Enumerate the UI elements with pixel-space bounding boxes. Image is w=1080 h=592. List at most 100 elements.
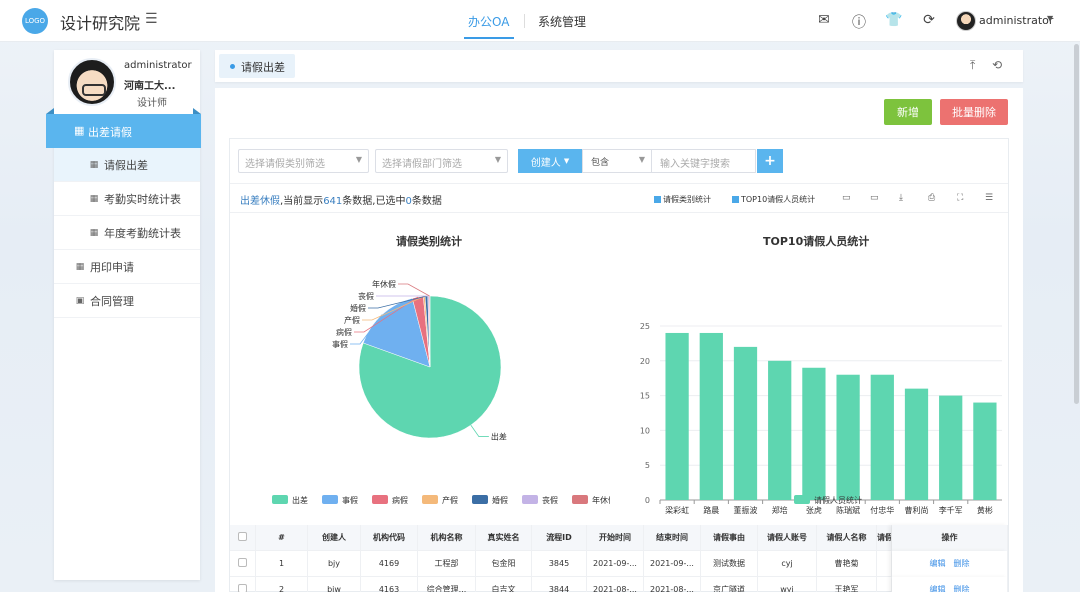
pie-label-2: 病假 (336, 327, 352, 337)
bar-ytick-5: 25 (640, 322, 650, 331)
toggle-top10-stats[interactable]: TOP10请假人员统计 (732, 194, 815, 205)
summary-text: 条数据 (411, 196, 442, 207)
columns-icon[interactable]: ☰ (985, 193, 993, 203)
chevron-down-icon[interactable]: ▼ (1047, 14, 1053, 23)
row-checkbox[interactable] (238, 584, 247, 592)
pie-legend-label-5: 丧假 (542, 496, 558, 505)
pie-legend-swatch-5 (522, 495, 538, 504)
leave-dept-select[interactable]: 选择请假部门筛选 ▼ (375, 149, 508, 173)
table-cell: 4163 (361, 577, 418, 592)
column-header: 请假人名称 (817, 525, 877, 551)
table-header: # 创建人 机构代码 机构名称 真实姓名 流程ID 开始时间 结束时间 请假事由 请假人账号 请假人… (230, 525, 1008, 551)
column-header: 真实姓名 (476, 525, 532, 551)
table-cell: 4169 (361, 551, 418, 577)
data-panel: 选择请假类别筛选 ▼ 选择请假部门筛选 ▼ 创建人 ▼ 包含 ▼ 输入关键字搜索… (229, 138, 1009, 592)
add-filter-button[interactable]: + (757, 149, 783, 173)
column-header: 请假事由 (701, 525, 758, 551)
bar-legend-label: 请假人员统计 (814, 495, 862, 505)
table-cell: 1 (256, 551, 308, 577)
table-cell: 工程部 (418, 551, 476, 577)
bar-4 (802, 367, 826, 500)
bar-xtick-1: 路晨 (703, 505, 719, 515)
row-checkbox[interactable] (238, 558, 247, 567)
row-checkbox-cell[interactable] (230, 551, 256, 577)
column-header: 机构代码 (361, 525, 418, 551)
sidebar-item-label: 年度考勤统计表 (104, 226, 181, 240)
add-button[interactable]: 新增 (884, 99, 932, 125)
edit-link[interactable]: 编辑 (930, 585, 946, 592)
bar-xtick-7: 曹利尚 (905, 505, 929, 515)
row-checkbox-cell[interactable] (230, 577, 256, 592)
table-row[interactable]: 2 bjw 4163 综合管理... 白吉文 3844 2021-08-... 2021-08… (230, 577, 1008, 592)
delete-link[interactable]: 删除 (954, 585, 970, 592)
upload-icon[interactable]: ⤒ (970, 58, 975, 73)
column-header-actions: 操作 (892, 525, 1008, 551)
table-cell: 曹艳菊 (817, 551, 877, 577)
avatar[interactable] (956, 11, 976, 31)
creator-label: 创建人 (530, 157, 561, 169)
fullscreen-icon[interactable]: ⛶ (957, 193, 963, 203)
username[interactable]: administrator (979, 14, 1053, 27)
table-cell: 京广隧道 (701, 577, 758, 592)
mail-icon[interactable]: ✉ (815, 12, 833, 28)
main-panel: 新增 批量删除 选择请假类别筛选 ▼ 选择请假部门筛选 ▼ 创建人 ▼ 包含 ▼… (215, 88, 1023, 592)
table-cell: 2 (256, 577, 308, 592)
bar-ytick-3: 15 (640, 392, 650, 401)
table-cell: wyj (758, 577, 817, 592)
nav-tab-office[interactable]: 办公OA (468, 13, 509, 30)
print-icon[interactable]: ⎙ (928, 193, 935, 203)
table-cell: 综合管理... (418, 577, 476, 592)
help-icon[interactable]: ⓘ (850, 12, 868, 32)
row-checkbox[interactable] (238, 532, 247, 541)
profile-avatar (68, 58, 116, 106)
bar-8 (939, 395, 963, 500)
keyword-input[interactable]: 输入关键字搜索 (652, 149, 756, 173)
pie-legend-swatch-2 (372, 495, 388, 504)
pie-legend-label-4: 婚假 (492, 495, 508, 505)
tab-label: 请假出差 (241, 61, 285, 74)
table-cell (877, 577, 892, 592)
sidebar: administrator 河南工大... 设计师 ▦ 出差请假 ▦ 请假出差 … (46, 50, 201, 580)
leave-type-select[interactable]: 选择请假类别筛选 ▼ (238, 149, 369, 173)
pie-legend-swatch-1 (322, 495, 338, 504)
nav-tab-system[interactable]: 系统管理 (538, 13, 586, 30)
column-header: 创建人 (308, 525, 361, 551)
edit-link[interactable]: 编辑 (930, 559, 946, 568)
select-all-checkbox[interactable] (230, 525, 256, 551)
page-scrollbar[interactable] (1074, 44, 1079, 404)
delete-link[interactable]: 删除 (954, 559, 970, 568)
sidebar-item-contract[interactable]: ▣ 合同管理 (54, 284, 200, 318)
shirt-icon[interactable]: 👕 (885, 12, 903, 28)
batch-delete-button[interactable]: 批量删除 (940, 99, 1008, 125)
pie-label-3: 产假 (344, 315, 360, 325)
sidebar-item-attendance-realtime[interactable]: ▦ 考勤实时统计表 (54, 182, 200, 216)
summary-bar: 出差休假,当前显示641条数据,已选中0条数据 请假类别统计 TOP10请假人员… (230, 183, 1008, 213)
pie-legend-label-3: 产假 (442, 495, 458, 505)
bar-3 (768, 360, 792, 500)
sidebar-item-attendance-yearly[interactable]: ▦ 年度考勤统计表 (54, 216, 200, 250)
download-icon[interactable]: ⤓ (899, 193, 903, 203)
toggle-leave-type-stats[interactable]: 请假类别统计 (654, 194, 711, 205)
sidebar-item-leave-travel[interactable]: ▦ 请假出差 (54, 148, 200, 182)
refresh-icon[interactable]: ⟳ (920, 12, 938, 28)
pie-label-6: 年休假 (372, 279, 396, 289)
table-row[interactable]: 1 bjy 4169 工程部 包金阳 3845 2021-09-... 2021-09-...… (230, 551, 1008, 577)
refresh-icon[interactable]: ⟲ (992, 58, 1002, 72)
operator-select[interactable]: 包含 ▼ (582, 149, 652, 173)
tab-leave-travel[interactable]: 请假出差 (219, 54, 295, 78)
column-header: 开始时间 (587, 525, 644, 551)
table-cell: 2021-09-... (587, 551, 644, 577)
folder-icon[interactable]: ▭ (842, 193, 851, 203)
sidebar-item-seal-request[interactable]: ▦ 用印申请 (54, 250, 200, 284)
select-placeholder: 选择请假部门筛选 (382, 159, 462, 170)
profile-name: administrator (124, 60, 192, 71)
sidebar-item-travel-leave[interactable]: ▦ 出差请假 (46, 108, 201, 148)
creator-field-button[interactable]: 创建人 ▼ (518, 149, 582, 173)
list-icon[interactable]: ☰ (145, 11, 158, 27)
bar-xtick-2: 董振波 (734, 505, 758, 515)
tab-active-dot (230, 64, 235, 69)
table-cell: 3844 (532, 577, 587, 592)
logo: LOGO (22, 8, 48, 34)
pie-label-0: 出差 (491, 432, 507, 442)
folder-open-icon[interactable]: ▭ (870, 193, 879, 203)
